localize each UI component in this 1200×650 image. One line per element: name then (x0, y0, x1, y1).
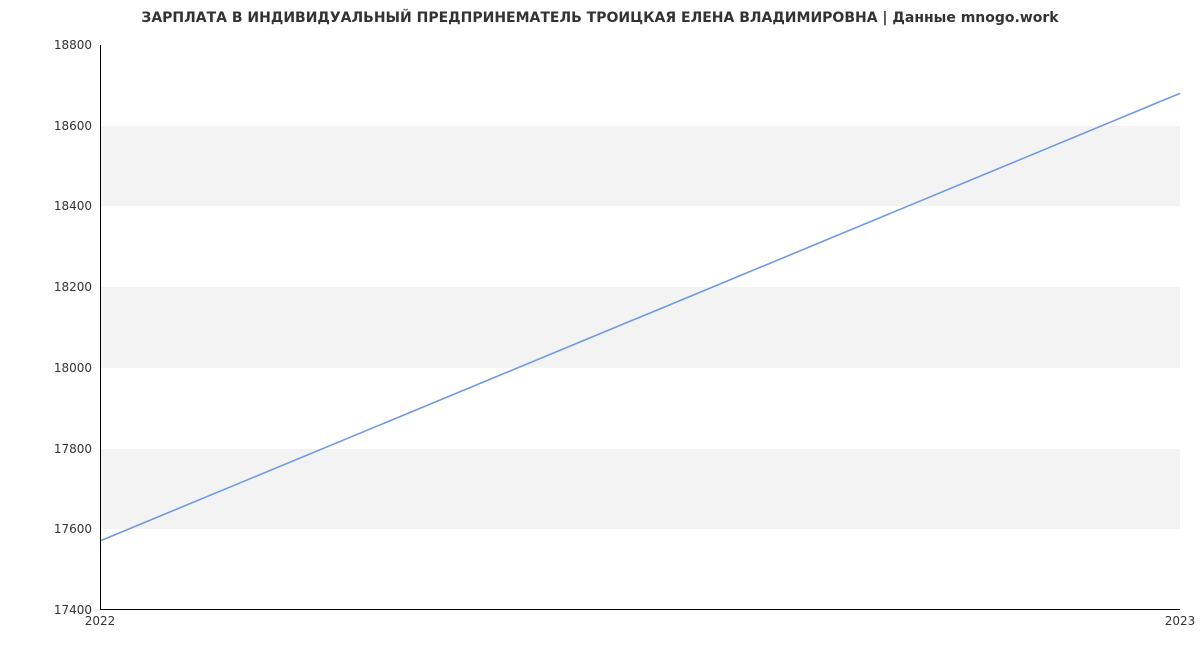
data-line (101, 93, 1180, 540)
y-tick-label: 17400 (12, 603, 92, 617)
line-chart: ЗАРПЛАТА В ИНДИВИДУАЛЬНЫЙ ПРЕДПРИНЕМАТЕЛ… (0, 0, 1200, 650)
y-tick-label: 17800 (12, 442, 92, 456)
x-tick-label: 2022 (85, 614, 116, 628)
x-tick-label: 2023 (1165, 614, 1196, 628)
y-tick-label: 18200 (12, 280, 92, 294)
chart-title: ЗАРПЛАТА В ИНДИВИДУАЛЬНЫЙ ПРЕДПРИНЕМАТЕЛ… (0, 10, 1200, 26)
plot-area (100, 45, 1180, 610)
y-tick-label: 18800 (12, 38, 92, 52)
y-tick-label: 17600 (12, 522, 92, 536)
line-layer (101, 45, 1180, 609)
y-tick-label: 18400 (12, 199, 92, 213)
y-tick-label: 18600 (12, 119, 92, 133)
y-tick-label: 18000 (12, 361, 92, 375)
